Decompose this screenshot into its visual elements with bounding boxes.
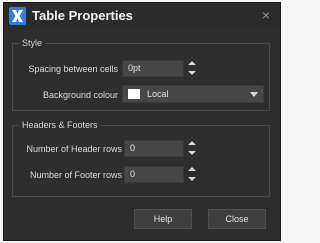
spacing-label: Spacing between cells xyxy=(28,64,118,74)
spacing-spinner[interactable] xyxy=(187,59,197,77)
style-group-legend: Style xyxy=(19,36,46,50)
chevron-up-icon[interactable] xyxy=(188,141,196,145)
spacing-input[interactable]: 0pt xyxy=(122,60,184,77)
close-button[interactable]: Close xyxy=(208,209,266,229)
footer-rows-label: Number of Footer rows xyxy=(29,170,122,180)
dialog-title: Table Properties xyxy=(32,8,133,23)
background-colour-value: Local xyxy=(147,89,169,99)
header-rows-spinner[interactable] xyxy=(187,139,197,157)
chevron-down-icon[interactable] xyxy=(188,151,196,155)
footer-rows-spinner[interactable] xyxy=(187,165,197,183)
headers-footers-legend: Headers & Footers xyxy=(19,118,101,132)
color-swatch xyxy=(128,89,140,99)
chevron-down-icon[interactable] xyxy=(188,71,196,75)
headers-footers-group: Headers & Footers xyxy=(12,118,270,197)
background-colour-select[interactable]: Local xyxy=(122,85,264,103)
background-label: Background colour xyxy=(42,90,118,100)
app-x-logo-icon xyxy=(9,7,26,25)
title-bar: Table Properties × xyxy=(4,3,280,29)
table-properties-dialog: Table Properties × Style Spacing between… xyxy=(4,3,280,240)
help-button[interactable]: Help xyxy=(134,209,192,229)
dropdown-arrow-icon[interactable] xyxy=(250,92,258,97)
close-icon[interactable]: × xyxy=(262,7,270,23)
chevron-up-icon[interactable] xyxy=(188,61,196,65)
chevron-down-icon[interactable] xyxy=(188,177,196,181)
header-rows-input[interactable]: 0 xyxy=(124,140,184,157)
chevron-up-icon[interactable] xyxy=(188,167,196,171)
footer-rows-input[interactable]: 0 xyxy=(124,166,184,183)
header-rows-label: Number of Header rows xyxy=(26,144,122,154)
